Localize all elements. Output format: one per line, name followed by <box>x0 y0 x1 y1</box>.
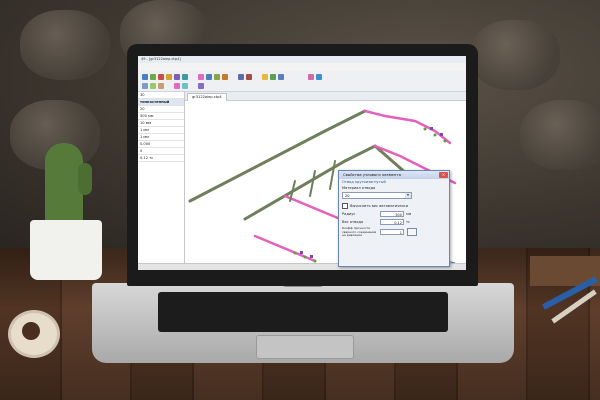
save-icon[interactable] <box>150 74 156 80</box>
weight-row: Вес отвода 0.12 тс <box>342 219 410 225</box>
tee-icon[interactable] <box>206 74 212 80</box>
plant-pot <box>30 220 102 280</box>
highlight-icon[interactable] <box>174 83 180 89</box>
view3d-icon[interactable] <box>308 74 314 80</box>
results-icon[interactable] <box>246 74 252 80</box>
coef-row: Коэфф прочности сварного соединения на д… <box>339 226 449 239</box>
support-tool-icon[interactable] <box>182 74 188 80</box>
coef-field[interactable]: 1 <box>380 229 404 236</box>
close-icon[interactable]: × <box>439 172 448 178</box>
weight-field[interactable]: 0.12 <box>380 219 404 225</box>
zoom-icon[interactable] <box>262 74 268 80</box>
auto-weight-checkbox-row[interactable]: Вычислить вес автоматически <box>339 202 449 210</box>
laptop-screen: 49 - [gr3122aiep.ctp4] Вид Навигация Вст… <box>138 56 466 270</box>
iso-view-icon[interactable] <box>316 74 322 80</box>
sofa-tuft <box>20 10 110 80</box>
sofa-tuft <box>470 20 560 90</box>
calc-icon[interactable] <box>238 74 244 80</box>
auto-weight-checkbox[interactable] <box>342 203 348 209</box>
grid-icon[interactable] <box>142 83 148 89</box>
measure-icon[interactable] <box>158 83 164 89</box>
bend-icon[interactable] <box>198 74 204 80</box>
select-icon[interactable] <box>150 83 156 89</box>
pink-pipe-run <box>363 109 452 145</box>
radius-row: Радиус 500 мм <box>342 211 412 217</box>
valve-icon[interactable] <box>214 74 220 80</box>
chevron-down-icon[interactable]: ▾ <box>405 193 411 198</box>
document-tabs: gr3122aiep.ctp4 <box>185 92 466 101</box>
node-properties-dialog: Свойства узлового элемента × Отвод круто… <box>338 170 450 267</box>
open-icon[interactable] <box>142 74 148 80</box>
window-title: 49 - [gr3122aiep.ctp4] <box>138 56 466 63</box>
properties-panel: 30 тонкостенный 20 500 мм 10 мм 1 мм 1 м… <box>138 92 185 270</box>
branch-pipe <box>289 160 336 202</box>
dialog-title: Свойства узлового элемента × <box>339 171 449 179</box>
filter-icon[interactable] <box>182 83 188 89</box>
property-value[interactable]: 30 <box>138 92 184 99</box>
material-label: Материал отвода <box>342 186 376 190</box>
property-value[interactable]: 0.000 <box>138 141 184 148</box>
flange-icon[interactable] <box>222 74 228 80</box>
property-value[interactable]: 0.12 тс <box>138 155 184 162</box>
sofa-tuft <box>520 100 600 170</box>
property-value[interactable]: 500 мм <box>138 113 184 120</box>
rotate-icon[interactable] <box>270 74 276 80</box>
laptop-touchpad <box>256 335 354 359</box>
cactus-arm <box>78 163 92 195</box>
node-tool-icon[interactable] <box>174 74 180 80</box>
more-options-button[interactable] <box>407 228 417 237</box>
laptop-keyboard <box>158 292 448 332</box>
property-value[interactable]: тонкостенный <box>138 99 184 106</box>
pipe-tool-icon[interactable] <box>166 74 172 80</box>
property-value[interactable]: 10 мм <box>138 120 184 127</box>
delete-icon[interactable] <box>158 74 164 80</box>
material-select[interactable]: 20 ▾ <box>342 192 412 199</box>
pan-icon[interactable] <box>278 74 284 80</box>
layer-icon[interactable] <box>198 83 204 89</box>
property-value[interactable]: 0 <box>138 148 184 155</box>
property-value[interactable]: 20 <box>138 106 184 113</box>
property-value[interactable]: 1 мм <box>138 134 184 141</box>
tab-document[interactable]: gr3122aiep.ctp4 <box>187 93 227 101</box>
toolbar <box>138 71 466 92</box>
property-value[interactable]: 1 мм <box>138 127 184 134</box>
radius-field[interactable]: 500 <box>380 211 404 217</box>
